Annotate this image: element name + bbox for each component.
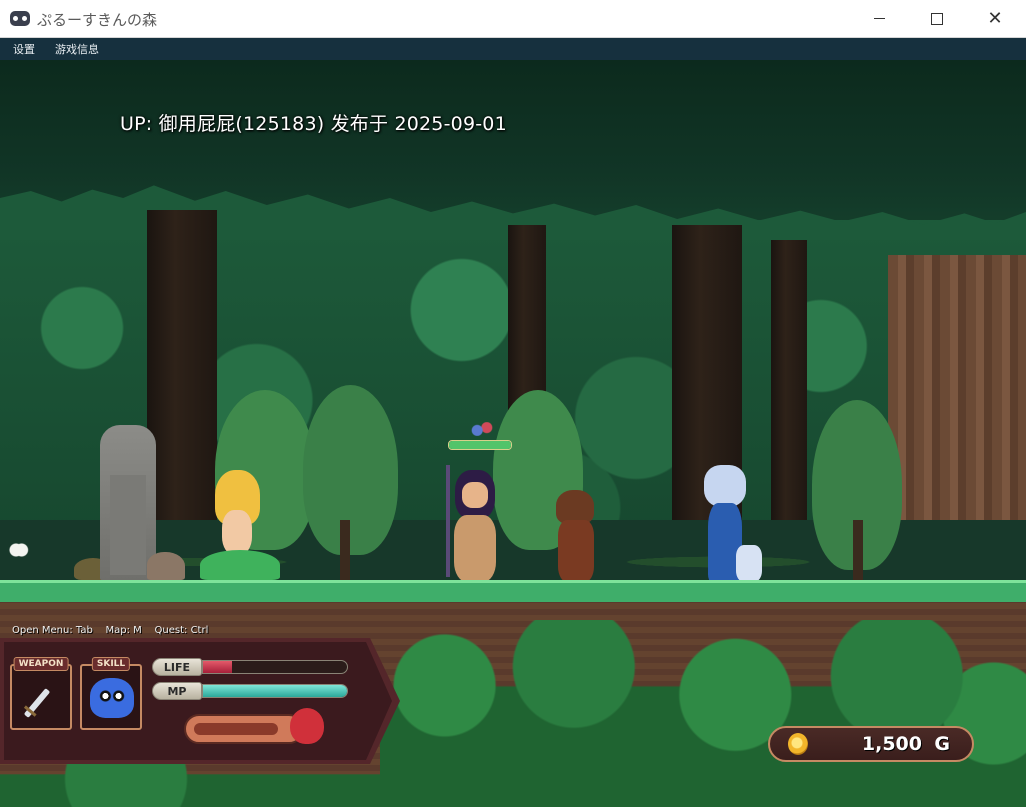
enemy-marker-icon (470, 422, 494, 436)
foreground-bushes (380, 620, 1026, 807)
mp-bar-track (202, 684, 348, 698)
mp-bar: MP (152, 682, 352, 700)
stone-statue-sprite (100, 425, 156, 580)
controls-hint: Open Menu: Tab Map: M Quest: Ctrl (12, 625, 209, 636)
special-gauge-tip-icon (290, 708, 324, 744)
game-viewport[interactable]: UP: 御用屁屁(125183) 发布于 2025-09-01 Open Men… (0, 60, 1026, 807)
weapon-slot-label: WEAPON (13, 657, 69, 671)
rock-sprite (147, 552, 185, 580)
menubar: 设置 游戏信息 (0, 38, 1026, 60)
foreground-bushes-left (0, 760, 420, 807)
life-bar-fill (203, 661, 232, 673)
gold-amount: 1,500 (861, 733, 922, 755)
white-flower-sprite (2, 540, 30, 560)
enemy-health-fill (449, 441, 511, 449)
weapon-slot: WEAPON (10, 657, 72, 730)
status-hud: WEAPON SKILL LIFE MP (0, 638, 400, 764)
skill-slot: SKILL (80, 657, 142, 730)
minimize-button[interactable] (850, 0, 908, 37)
menu-game-info[interactable]: 游戏信息 (48, 41, 106, 57)
ghost-maid-enemy-sprite (698, 465, 762, 582)
upload-caption: UP: 御用屁屁(125183) 发布于 2025-09-01 (120, 113, 507, 135)
life-bar-track (202, 660, 348, 674)
pine-tree (303, 385, 398, 555)
maximize-icon (931, 12, 943, 25)
life-bar-label: LIFE (152, 658, 202, 676)
alraune-enemy-sprite (200, 470, 280, 580)
mp-bar-label: MP (152, 682, 202, 700)
coin-icon (788, 733, 808, 755)
maximize-button[interactable] (908, 0, 966, 37)
minimize-icon (873, 18, 885, 19)
gamepad-icon (10, 11, 30, 26)
window-titlebar: ぷるーすきんの森 ✕ (0, 0, 1026, 38)
catgirl-enemy-sprite (440, 465, 510, 582)
skill-slot-label: SKILL (91, 657, 131, 671)
menu-settings[interactable]: 设置 (6, 41, 42, 57)
close-icon: ✕ (987, 8, 1003, 29)
special-gauge (184, 714, 304, 744)
close-button[interactable]: ✕ (966, 0, 1024, 37)
gold-unit: G (934, 733, 950, 755)
window-title: ぷるーすきんの森 (37, 11, 158, 29)
life-bar: LIFE (152, 658, 352, 676)
mp-bar-fill (203, 685, 347, 697)
gold-counter: 1,500 G (768, 726, 974, 762)
special-gauge-inner (194, 723, 278, 735)
blue-slime-icon (90, 678, 134, 718)
enemy-health-bar (448, 440, 512, 450)
sword-icon (23, 688, 51, 718)
player-character-sprite (552, 490, 600, 582)
